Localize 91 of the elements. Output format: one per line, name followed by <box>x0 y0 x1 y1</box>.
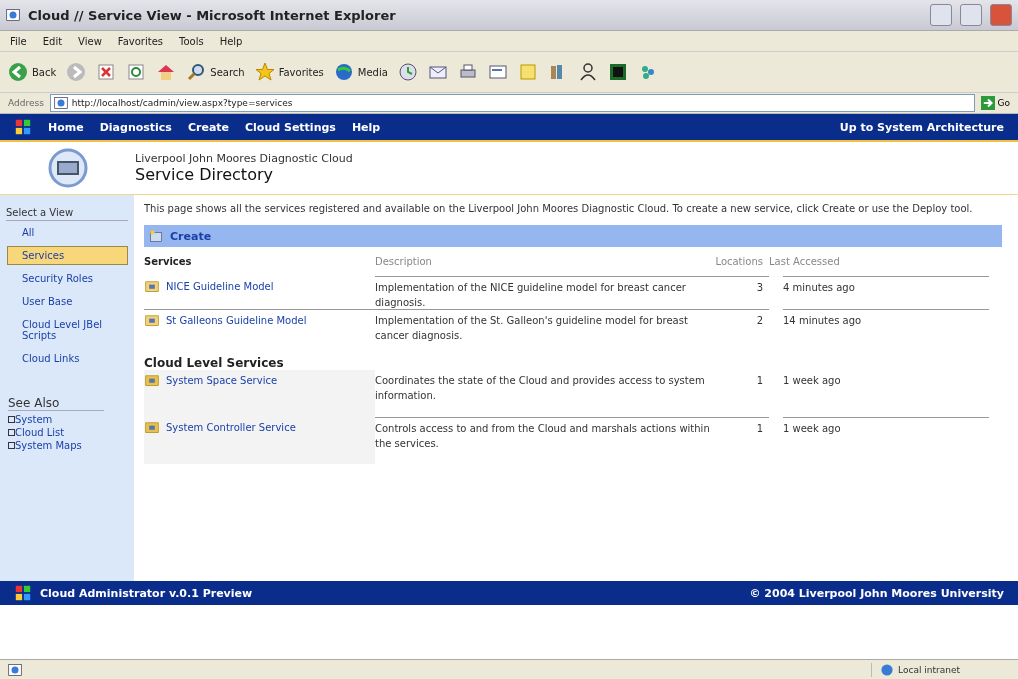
sidebar-item[interactable]: User Base <box>7 292 128 311</box>
restore-button[interactable] <box>960 4 982 26</box>
back-button[interactable]: Back <box>8 62 57 82</box>
footer-text: Cloud Administrator v.0.1 Preview <box>40 586 253 600</box>
sidebar-heading: Select a View <box>6 205 128 221</box>
favorites-button[interactable]: Favorites <box>254 62 324 82</box>
arrow-icon <box>980 96 995 110</box>
see-also-link[interactable]: System <box>8 414 134 425</box>
folder-icon <box>144 420 160 434</box>
table-cell: Implementation of the NICE guideline model for breast cancer diagnosis. <box>375 276 715 309</box>
stop-button[interactable] <box>96 62 117 82</box>
see-also-link[interactable]: System Maps <box>8 440 134 451</box>
table-cell: 1 week ago <box>783 417 989 465</box>
service-link[interactable]: NICE Guideline Model <box>144 279 375 294</box>
column-header: Last Accessed <box>769 255 841 269</box>
shield-button[interactable] <box>607 62 628 82</box>
table-cell-text: 1 week ago <box>783 374 842 388</box>
nav-link[interactable]: Up to System Architecture <box>839 120 1004 134</box>
folder-icon <box>144 279 160 293</box>
sidebar-item[interactable]: Security Roles <box>7 269 128 288</box>
minimize-button[interactable] <box>930 4 952 26</box>
messenger-button[interactable] <box>577 62 598 82</box>
document-icon <box>487 62 508 82</box>
folder-icon <box>144 373 160 387</box>
clock-icon <box>397 62 418 82</box>
menu-item[interactable]: Edit <box>42 35 63 47</box>
table-cell-text: 1 <box>755 374 764 388</box>
table-cell: 4 minutes ago <box>783 276 989 309</box>
see-also-link[interactable]: Cloud List <box>8 427 134 438</box>
address-label: Address <box>8 98 44 108</box>
table-cell: 2 <box>715 309 769 342</box>
forward-button[interactable] <box>66 62 87 82</box>
menu-item[interactable]: View <box>78 35 102 47</box>
copyright-text: © 2004 Liverpool John Moores University <box>749 586 1004 600</box>
note-icon <box>517 62 538 82</box>
globe-icon <box>333 62 354 82</box>
stop-icon <box>96 62 117 82</box>
menu-item[interactable]: File <box>10 35 27 47</box>
address-field[interactable]: http://localhost/cadmin/view.aspx?type=services <box>49 94 975 112</box>
cube-logo-icon <box>14 118 32 136</box>
table-cell: 3 <box>715 276 769 309</box>
intro-text: This page shows all the services registered and available on the Liverpool John Moores Diagnostic Cloud. To create a new service, click Create or use the Deploy tool. <box>144 203 974 215</box>
table-cell: 1 <box>715 417 769 465</box>
menu-item[interactable]: Tools <box>179 35 204 47</box>
refresh-button[interactable] <box>126 62 147 82</box>
cube-logo-icon <box>14 584 32 602</box>
edit-button[interactable] <box>487 62 508 82</box>
site-subtitle: Liverpool John Moores Diagnostic Cloud <box>135 152 353 165</box>
table-cell-text: Coordinates the state of the Cloud and provides access to system information. <box>375 374 706 403</box>
nav-link[interactable]: Help <box>351 120 381 134</box>
globe-page-icon <box>8 662 22 677</box>
bullet-icon <box>8 429 15 436</box>
sidebar-item[interactable]: Cloud Links <box>7 349 128 368</box>
bullet-icon <box>8 442 15 449</box>
refresh-icon <box>126 62 147 82</box>
nav-link[interactable]: Cloud Settings <box>245 120 336 134</box>
media-button[interactable]: Media <box>333 62 388 82</box>
nav-link[interactable]: Create <box>187 120 230 134</box>
star-icon <box>254 62 275 82</box>
column-header: Locations <box>715 255 764 269</box>
sidebar-heading: See Also <box>8 396 104 411</box>
section-heading: Cloud Level Services <box>144 356 285 370</box>
search-icon <box>186 62 207 82</box>
globe-page-icon <box>53 96 68 110</box>
sidebar-item[interactable]: All <box>7 223 128 242</box>
table-cell: Implementation of the St. Galleon's guideline model for breast cancer diagnosis. <box>375 309 715 342</box>
service-link[interactable]: St Galleons Guideline Model <box>144 313 375 328</box>
sidebar-item[interactable]: Services <box>7 246 128 265</box>
bullet-icon <box>8 416 15 423</box>
folder-icon <box>144 313 160 327</box>
square-icon <box>607 62 628 82</box>
column-header: Description <box>375 255 433 269</box>
nav-link[interactable]: Home <box>48 120 84 134</box>
menu-item[interactable]: Help <box>219 35 243 47</box>
sidebar-item[interactable]: Cloud Level JBel Scripts <box>7 315 128 345</box>
go-button[interactable]: Go <box>980 96 1010 110</box>
column-header: Services <box>144 255 193 269</box>
history-button[interactable] <box>397 62 418 82</box>
table-cell: 14 minutes ago <box>783 309 989 342</box>
window-logo-icon <box>47 148 88 188</box>
person-icon <box>577 62 598 82</box>
zone-label: Local intranet <box>871 662 1010 677</box>
window-title: Cloud // Service View - Microsoft Internet Explorer <box>28 7 397 23</box>
nav-link[interactable]: Diagnostics <box>99 120 172 134</box>
new-folder-icon <box>148 229 164 243</box>
search-button[interactable]: Search <box>186 62 245 82</box>
create-link[interactable]: Create <box>148 229 212 243</box>
globe-page-icon <box>6 8 20 22</box>
page-title: Service Directory <box>135 165 274 184</box>
table-cell: Controls access to and from the Cloud and marshals actions within the services. <box>375 417 715 465</box>
menu-item[interactable]: Favorites <box>117 35 163 47</box>
